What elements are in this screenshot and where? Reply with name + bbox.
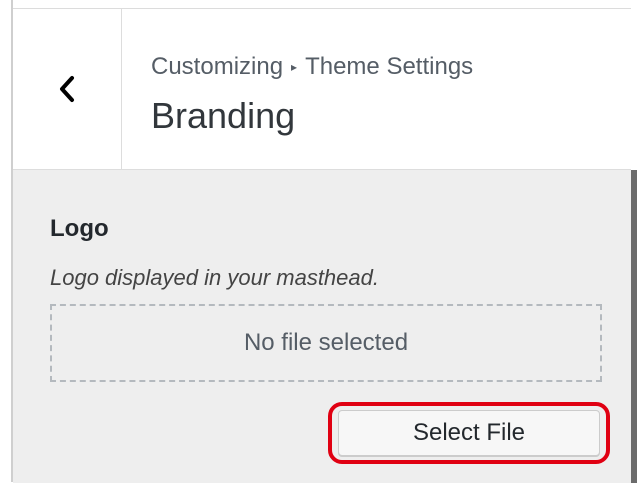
select-file-button[interactable]: Select File <box>338 410 600 456</box>
breadcrumb-current: Theme Settings <box>305 53 474 80</box>
breadcrumb-separator-icon: ▸ <box>291 60 298 74</box>
dropzone-text: No file selected <box>243 329 409 356</box>
chevron-left-icon <box>60 76 74 102</box>
title-area: Customizing ▸ Theme Settings Branding <box>151 53 473 137</box>
logo-control: Logo Logo displayed in your masthead. No… <box>13 170 631 483</box>
preview-edge <box>631 170 637 483</box>
file-dropzone[interactable]: No file selected <box>50 304 602 382</box>
section-header: Customizing ▸ Theme Settings Branding <box>13 9 631 170</box>
back-button[interactable] <box>13 9 122 169</box>
breadcrumb-parent: Customizing <box>151 53 284 80</box>
customizer-panel: Customizing ▸ Theme Settings Branding Lo… <box>13 8 637 483</box>
page-title: Branding <box>151 95 296 136</box>
field-description: Logo displayed in your masthead. <box>50 265 379 290</box>
customizer-window: Customizing ▸ Theme Settings Branding Lo… <box>0 0 637 483</box>
breadcrumb: Customizing ▸ Theme Settings <box>151 53 473 81</box>
field-label: Logo <box>50 215 109 242</box>
